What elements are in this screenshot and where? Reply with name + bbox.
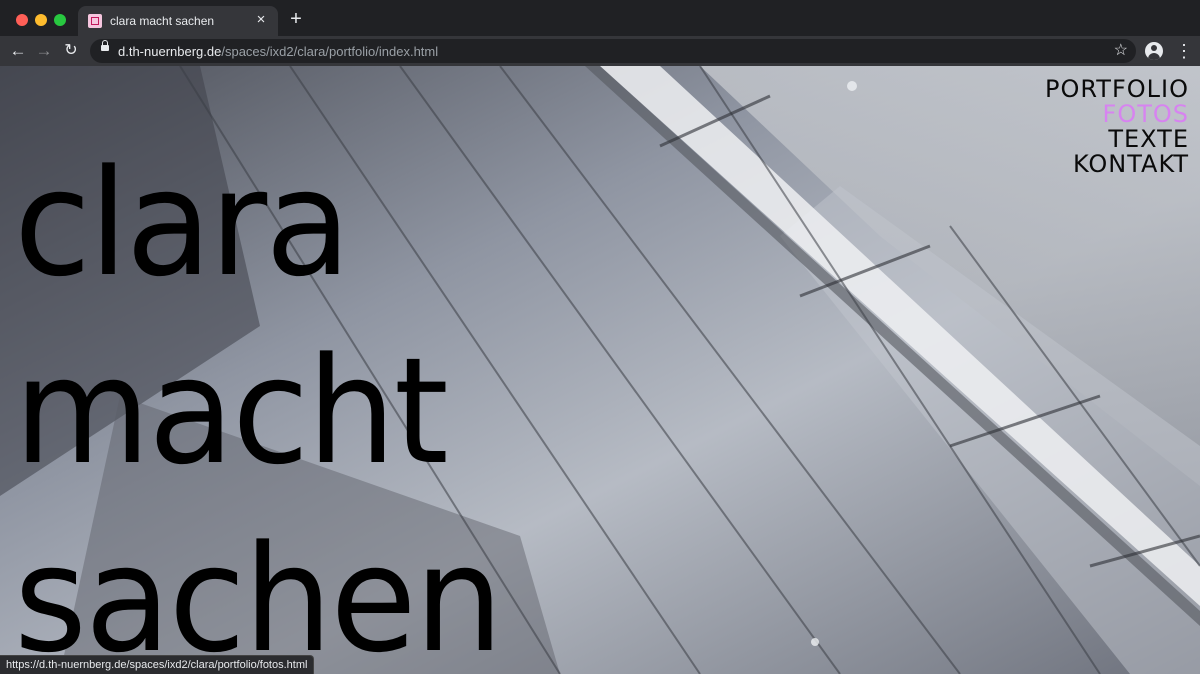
browser-toolbar: ← → ↻ d.th-nuernberg.de/spaces/ixd2/clar… — [0, 36, 1200, 66]
url-text[interactable]: d.th-nuernberg.de/spaces/ixd2/clara/port… — [118, 44, 438, 59]
hero-line-2: macht — [14, 326, 449, 498]
back-button[interactable]: ← — [7, 41, 29, 61]
nav-link-portfolio[interactable]: PORTFOLIO — [1045, 77, 1189, 102]
lock-icon[interactable] — [101, 40, 109, 51]
account-shoulders — [1148, 53, 1160, 60]
hero-line-1: clara — [14, 138, 351, 310]
url-path: /spaces/ixd2/clara/portfolio/index.html — [221, 44, 439, 59]
site-navigation: PORTFOLIO FOTOS TEXTE KONTAKT — [1045, 77, 1189, 177]
menu-icon[interactable]: ⋮ — [1175, 42, 1193, 60]
link-status-bar: https://d.th-nuernberg.de/spaces/ixd2/cl… — [0, 655, 315, 674]
account-icon[interactable] — [1145, 42, 1163, 60]
favicon-icon — [88, 14, 102, 28]
maximize-window-button[interactable] — [54, 14, 66, 26]
star-icon[interactable]: ☆ — [1114, 41, 1128, 61]
nav-link-texte[interactable]: TEXTE — [1045, 127, 1189, 152]
address-bar[interactable]: d.th-nuernberg.de/spaces/ixd2/clara/port… — [90, 39, 1136, 63]
reload-button[interactable]: ↻ — [60, 41, 82, 61]
tab-close-icon[interactable]: × — [252, 11, 270, 29]
nav-link-fotos[interactable]: FOTOS — [1045, 102, 1189, 127]
hero-title: clara macht sachen — [14, 126, 503, 674]
tab-title: clara macht sachen — [110, 14, 215, 28]
page-viewport: PORTFOLIO FOTOS TEXTE KONTAKT clara mach… — [0, 66, 1200, 674]
tab-strip: clara macht sachen × + — [0, 0, 1200, 36]
nav-link-kontakt[interactable]: KONTAKT — [1045, 152, 1189, 177]
hero-line-3: sachen — [14, 514, 503, 674]
account-head — [1151, 45, 1157, 51]
browser-tab[interactable]: clara macht sachen × — [78, 6, 278, 36]
new-tab-button[interactable]: + — [286, 9, 306, 29]
forward-button[interactable]: → — [33, 41, 55, 61]
close-window-button[interactable] — [16, 14, 28, 26]
url-host: d.th-nuernberg.de — [118, 44, 222, 59]
minimize-window-button[interactable] — [35, 14, 47, 26]
